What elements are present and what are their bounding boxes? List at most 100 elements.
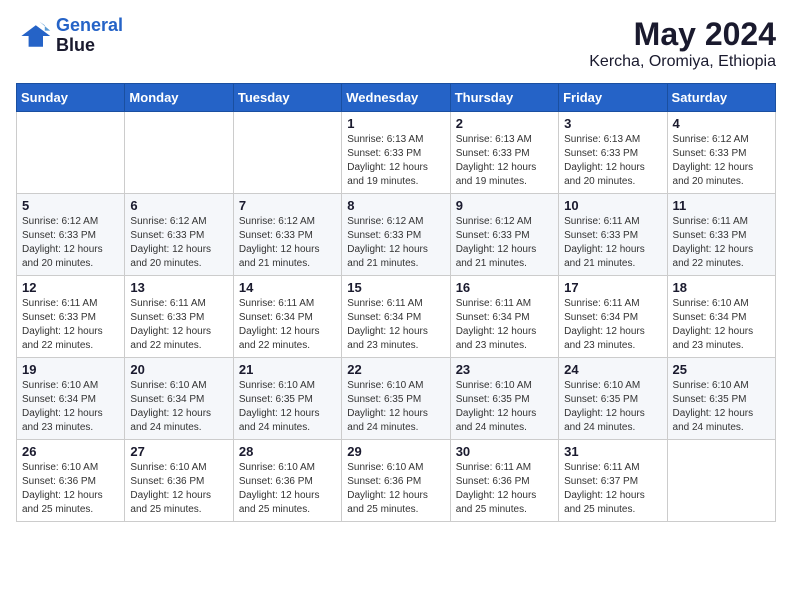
calendar-cell: 24Sunrise: 6:10 AMSunset: 6:35 PMDayligh… <box>559 358 667 440</box>
day-number: 21 <box>239 362 336 377</box>
day-info: Sunrise: 6:10 AM <box>22 379 119 393</box>
calendar-cell: 27Sunrise: 6:10 AMSunset: 6:36 PMDayligh… <box>125 440 233 522</box>
day-info: Daylight: 12 hours <box>673 243 770 257</box>
day-number: 4 <box>673 116 770 131</box>
calendar-cell: 16Sunrise: 6:11 AMSunset: 6:34 PMDayligh… <box>450 276 558 358</box>
day-info: Sunrise: 6:11 AM <box>673 215 770 229</box>
day-info: Daylight: 12 hours <box>347 161 444 175</box>
day-info: and 22 minutes. <box>673 257 770 271</box>
day-number: 16 <box>456 280 553 295</box>
day-info: Daylight: 12 hours <box>456 407 553 421</box>
day-info: Daylight: 12 hours <box>22 243 119 257</box>
day-info: Sunset: 6:35 PM <box>456 393 553 407</box>
day-info: Sunrise: 6:11 AM <box>347 297 444 311</box>
day-number: 10 <box>564 198 661 213</box>
day-info: Sunrise: 6:10 AM <box>347 379 444 393</box>
day-info: Sunset: 6:33 PM <box>347 147 444 161</box>
day-info: and 25 minutes. <box>564 503 661 517</box>
calendar-cell: 21Sunrise: 6:10 AMSunset: 6:35 PMDayligh… <box>233 358 341 440</box>
calendar-cell: 17Sunrise: 6:11 AMSunset: 6:34 PMDayligh… <box>559 276 667 358</box>
day-info: Daylight: 12 hours <box>564 407 661 421</box>
day-info: and 20 minutes. <box>673 175 770 189</box>
day-number: 30 <box>456 444 553 459</box>
day-info: Daylight: 12 hours <box>456 243 553 257</box>
day-number: 20 <box>130 362 227 377</box>
calendar-week-row: 12Sunrise: 6:11 AMSunset: 6:33 PMDayligh… <box>17 276 776 358</box>
day-info: Sunset: 6:33 PM <box>673 229 770 243</box>
calendar-cell: 9Sunrise: 6:12 AMSunset: 6:33 PMDaylight… <box>450 194 558 276</box>
weekday-header-monday: Monday <box>125 84 233 112</box>
day-info: and 22 minutes. <box>239 339 336 353</box>
day-number: 29 <box>347 444 444 459</box>
day-number: 15 <box>347 280 444 295</box>
day-info: Daylight: 12 hours <box>564 489 661 503</box>
day-info: Sunrise: 6:10 AM <box>456 379 553 393</box>
calendar-cell: 7Sunrise: 6:12 AMSunset: 6:33 PMDaylight… <box>233 194 341 276</box>
calendar-week-row: 5Sunrise: 6:12 AMSunset: 6:33 PMDaylight… <box>17 194 776 276</box>
day-number: 11 <box>673 198 770 213</box>
day-info: and 21 minutes. <box>239 257 336 271</box>
day-info: Daylight: 12 hours <box>22 407 119 421</box>
day-info: Daylight: 12 hours <box>673 407 770 421</box>
day-number: 18 <box>673 280 770 295</box>
calendar-cell: 26Sunrise: 6:10 AMSunset: 6:36 PMDayligh… <box>17 440 125 522</box>
weekday-header-tuesday: Tuesday <box>233 84 341 112</box>
day-info: Sunset: 6:33 PM <box>130 229 227 243</box>
day-info: Sunset: 6:34 PM <box>239 311 336 325</box>
day-info: and 23 minutes. <box>22 421 119 435</box>
day-info: Daylight: 12 hours <box>564 243 661 257</box>
day-info: Sunrise: 6:11 AM <box>564 215 661 229</box>
calendar-cell <box>233 112 341 194</box>
day-info: Sunset: 6:34 PM <box>456 311 553 325</box>
day-info: Daylight: 12 hours <box>347 325 444 339</box>
calendar-cell: 8Sunrise: 6:12 AMSunset: 6:33 PMDaylight… <box>342 194 450 276</box>
day-info: Sunrise: 6:11 AM <box>239 297 336 311</box>
day-info: Sunrise: 6:10 AM <box>239 379 336 393</box>
day-info: Sunrise: 6:12 AM <box>347 215 444 229</box>
calendar-table: SundayMondayTuesdayWednesdayThursdayFrid… <box>16 83 776 522</box>
day-info: and 21 minutes. <box>456 257 553 271</box>
calendar-cell: 14Sunrise: 6:11 AMSunset: 6:34 PMDayligh… <box>233 276 341 358</box>
day-info: Sunset: 6:34 PM <box>347 311 444 325</box>
day-info: Sunrise: 6:10 AM <box>673 297 770 311</box>
calendar-cell: 28Sunrise: 6:10 AMSunset: 6:36 PMDayligh… <box>233 440 341 522</box>
day-info: Sunset: 6:33 PM <box>347 229 444 243</box>
title-block: May 2024 Kercha, Oromiya, Ethiopia <box>589 16 776 71</box>
day-info: and 25 minutes. <box>347 503 444 517</box>
day-info: Sunset: 6:34 PM <box>22 393 119 407</box>
day-info: and 24 minutes. <box>239 421 336 435</box>
calendar-week-row: 1Sunrise: 6:13 AMSunset: 6:33 PMDaylight… <box>17 112 776 194</box>
day-info: Sunset: 6:33 PM <box>130 311 227 325</box>
day-info: and 25 minutes. <box>456 503 553 517</box>
day-info: Sunset: 6:33 PM <box>456 229 553 243</box>
day-number: 22 <box>347 362 444 377</box>
day-info: Daylight: 12 hours <box>22 489 119 503</box>
day-info: Daylight: 12 hours <box>347 243 444 257</box>
calendar-cell: 29Sunrise: 6:10 AMSunset: 6:36 PMDayligh… <box>342 440 450 522</box>
day-info: and 25 minutes. <box>130 503 227 517</box>
day-info: Sunset: 6:34 PM <box>564 311 661 325</box>
day-info: Daylight: 12 hours <box>22 325 119 339</box>
day-info: Daylight: 12 hours <box>239 407 336 421</box>
calendar-cell: 12Sunrise: 6:11 AMSunset: 6:33 PMDayligh… <box>17 276 125 358</box>
day-info: and 23 minutes. <box>564 339 661 353</box>
day-number: 19 <box>22 362 119 377</box>
day-info: Sunrise: 6:10 AM <box>347 461 444 475</box>
day-info: Sunrise: 6:10 AM <box>130 379 227 393</box>
calendar-cell: 20Sunrise: 6:10 AMSunset: 6:34 PMDayligh… <box>125 358 233 440</box>
calendar-cell: 18Sunrise: 6:10 AMSunset: 6:34 PMDayligh… <box>667 276 775 358</box>
day-info: Sunset: 6:36 PM <box>347 475 444 489</box>
day-info: Sunset: 6:34 PM <box>673 311 770 325</box>
calendar-cell: 22Sunrise: 6:10 AMSunset: 6:35 PMDayligh… <box>342 358 450 440</box>
calendar-cell: 10Sunrise: 6:11 AMSunset: 6:33 PMDayligh… <box>559 194 667 276</box>
day-info: and 23 minutes. <box>347 339 444 353</box>
calendar-cell: 3Sunrise: 6:13 AMSunset: 6:33 PMDaylight… <box>559 112 667 194</box>
calendar-cell: 23Sunrise: 6:10 AMSunset: 6:35 PMDayligh… <box>450 358 558 440</box>
calendar-cell <box>17 112 125 194</box>
logo: General Blue <box>16 16 123 56</box>
day-info: Sunrise: 6:10 AM <box>673 379 770 393</box>
day-info: and 25 minutes. <box>22 503 119 517</box>
day-info: Sunrise: 6:11 AM <box>456 461 553 475</box>
day-info: Sunset: 6:33 PM <box>456 147 553 161</box>
day-number: 9 <box>456 198 553 213</box>
